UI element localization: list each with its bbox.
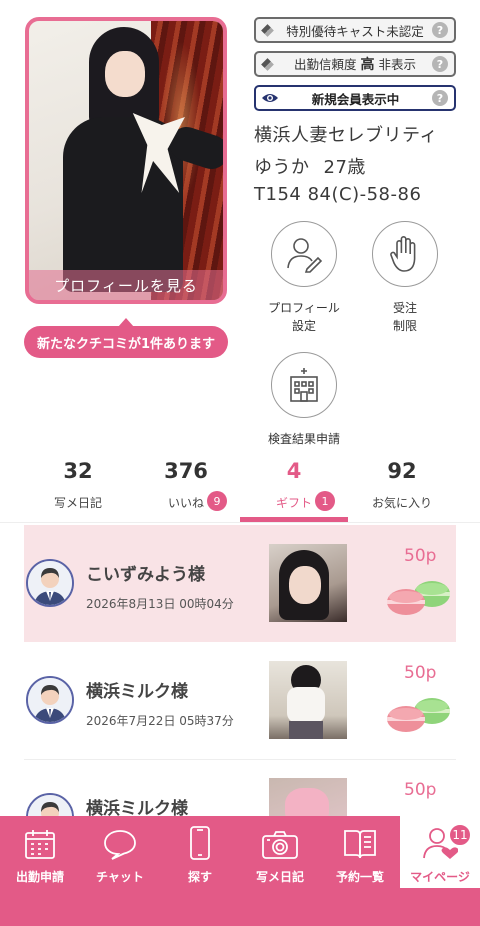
gift-timestamp: 2026年8月13日 00時04分 (86, 597, 234, 611)
profile-photo-card[interactable]: プロフィールを見る (25, 17, 227, 304)
test-result-request-label: 検査結果申請 (267, 432, 340, 446)
tab-gifts[interactable]: 4 ギフト 1 (240, 456, 348, 511)
attendance-reliability-pill[interactable]: 出勤信頼度 高 非表示 ? (254, 51, 456, 77)
profile-edit-icon (287, 238, 323, 273)
nav-label: 予約一覧 (335, 870, 384, 884)
special-cast-status-pill[interactable]: 特別優待キャスト未認定 ? (254, 17, 456, 43)
nav-my-page[interactable]: マイページ 11 (400, 816, 480, 888)
user-avatar-icon (28, 678, 72, 722)
nav-search[interactable]: 探す (160, 816, 240, 888)
nav-label: 出勤申請 (15, 870, 64, 884)
order-restriction-button[interactable]: 受注 制限 (350, 221, 460, 335)
avatar (26, 793, 74, 816)
gift-sender-name: こいずみよう様 (86, 565, 205, 585)
macaron-icon (387, 581, 450, 615)
gift-sender-name: 横浜ミルク様 (86, 682, 188, 702)
notification-badge: 11 (449, 824, 471, 846)
tab-photo-diary[interactable]: 32 写メ日記 (24, 456, 132, 511)
active-tab-indicator (240, 517, 348, 522)
macaron-icon (387, 698, 450, 732)
gift-points: 50p (404, 780, 437, 800)
tab-favorites[interactable]: 92 お気に入り (348, 456, 456, 511)
shop-name: 横浜人妻セレブリティ (254, 125, 438, 146)
chat-bubble-icon (104, 830, 136, 860)
eye-icon (262, 94, 278, 102)
calendar-icon (25, 830, 55, 859)
gift-sender-name: 横浜ミルク様 (86, 799, 188, 816)
cast-measurements: T154 84(C)-58-86 (254, 184, 422, 205)
attendance-suffix: 非表示 (378, 57, 416, 72)
hand-stop-icon (390, 236, 416, 272)
diamond-icon (256, 19, 278, 41)
help-icon[interactable]: ? (432, 22, 448, 38)
nav-photo-diary[interactable]: 写メ日記 (240, 816, 320, 888)
gift-list-item[interactable]: こいずみよう様 2026年8月13日 00時04分 50p (24, 525, 456, 642)
new-review-badge[interactable]: 新たなクチコミが1件あります (24, 318, 228, 358)
likes-label: いいね (167, 496, 204, 510)
likes-new-badge: 9 (207, 491, 227, 511)
view-profile-button[interactable]: プロフィールを見る (29, 270, 223, 300)
avatar (26, 676, 74, 724)
diamond-icon (256, 53, 278, 75)
help-icon[interactable]: ? (432, 56, 448, 72)
attendance-reliability-text: 出勤信頼度 高 非表示 (278, 54, 432, 74)
gifts-label-wrap: ギフト 1 (275, 491, 335, 511)
gift-photo-thumbnail (269, 544, 347, 622)
gift-timestamp: 2026年7月22日 05時37分 (86, 714, 234, 728)
new-member-display-text: 新規会員表示中 (311, 91, 400, 107)
profile-settings-button[interactable]: プロフィール 設定 (249, 221, 359, 335)
nav-label: マイページ (410, 870, 470, 884)
test-result-request-button[interactable]: 検査結果申請 (249, 352, 359, 448)
favorites-count: 92 (387, 459, 417, 483)
order-restriction-label: 受注 制限 (392, 301, 417, 333)
nav-attendance-request[interactable]: 出勤申請 (0, 816, 80, 888)
nav-chat[interactable]: チャット (80, 816, 160, 888)
gift-photo-thumbnail (269, 661, 347, 739)
special-cast-status-text: 特別優待キャスト未認定 (286, 23, 424, 39)
new-member-display-pill[interactable]: 新規会員表示中 ? (254, 85, 456, 111)
likes-count: 376 (164, 459, 208, 483)
gift-list-item[interactable]: 横浜ミルク様 50p (24, 759, 456, 816)
help-icon[interactable]: ? (432, 90, 448, 106)
user-avatar-icon (28, 561, 72, 605)
stats-tabs: 32 写メ日記 376 いいね 9 4 ギフト 1 92 お気に入り (0, 456, 480, 526)
cast-name-age: ゆうか 27歳 (254, 153, 366, 179)
gift-points: 50p (404, 546, 437, 566)
likes-label-wrap: いいね 9 (167, 491, 227, 511)
smartphone-icon (190, 826, 210, 860)
photo-diary-count: 32 (63, 459, 93, 483)
book-icon (344, 830, 376, 859)
nav-label: チャット (96, 870, 144, 884)
gifts-count: 4 (286, 459, 302, 483)
nav-reservations[interactable]: 予約一覧 (320, 816, 400, 888)
favorites-label: お気に入り (371, 496, 432, 510)
photo-diary-label: 写メ日記 (53, 496, 102, 510)
attendance-prefix: 出勤信頼度 (294, 57, 357, 72)
tab-likes[interactable]: 376 いいね 9 (132, 456, 240, 511)
nav-label: 写メ日記 (255, 870, 304, 884)
cast-name: ゆうか (254, 157, 310, 178)
photo-figure-face (105, 51, 145, 97)
nav-label: 探す (187, 870, 212, 884)
attendance-level: 高 (360, 57, 375, 73)
gifts-new-badge: 1 (315, 491, 335, 511)
camera-icon (262, 831, 298, 859)
hospital-icon (290, 368, 318, 402)
avatar (26, 559, 74, 607)
user-avatar-icon (28, 795, 72, 816)
gift-list-item[interactable]: 横浜ミルク様 2026年7月22日 05時37分 50p (24, 642, 456, 759)
gift-points: 50p (404, 663, 437, 683)
cast-age: 27歳 (323, 157, 366, 178)
gifts-label: ギフト (275, 496, 312, 510)
tab-divider (0, 522, 480, 523)
profile-settings-label: プロフィール 設定 (268, 301, 340, 333)
bottom-navigation: 出勤申請 チャット 探す 写メ日記 予約一覧 マイページ 11 (0, 816, 480, 926)
gift-photo-thumbnail (269, 778, 347, 816)
